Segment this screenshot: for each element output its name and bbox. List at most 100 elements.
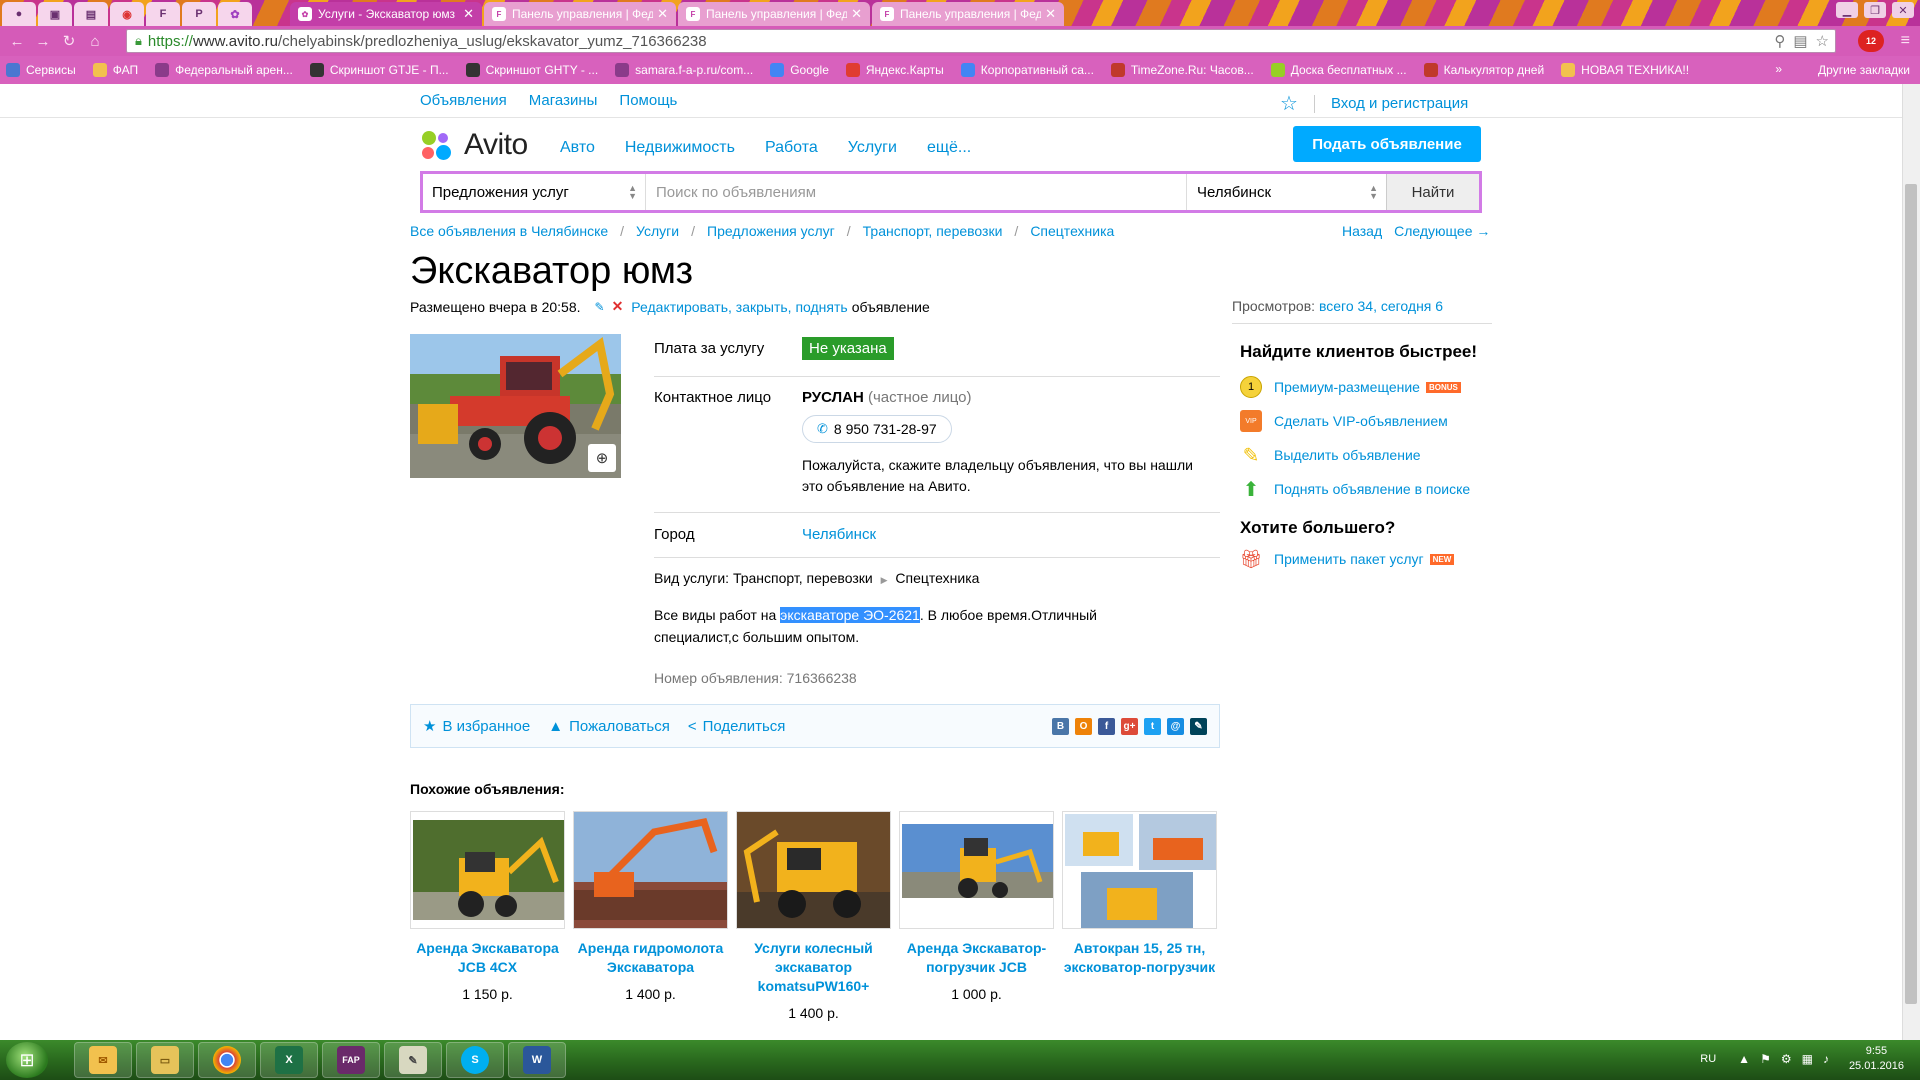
start-button[interactable]: ⊞ xyxy=(6,1042,48,1078)
taskbar-skype[interactable]: S xyxy=(446,1042,504,1078)
flag-icon[interactable]: ⚑ xyxy=(1760,1052,1771,1066)
similar-thumb[interactable] xyxy=(573,811,728,929)
network-icon[interactable]: ▦ xyxy=(1802,1052,1813,1066)
close-icon[interactable]: ✕ xyxy=(463,6,474,22)
minimize-icon[interactable]: ▁ xyxy=(1836,2,1858,18)
favorite-button[interactable]: ★ В избранное xyxy=(423,717,530,736)
ok-share-icon[interactable]: O xyxy=(1075,718,1092,735)
category-services[interactable]: Услуги xyxy=(848,139,897,157)
category-select[interactable]: Предложения услуг ▲ ▼ xyxy=(423,174,646,210)
delete-icon[interactable]: ✕ xyxy=(612,298,624,315)
reload-icon[interactable]: ↻ xyxy=(56,32,82,50)
tray-app-icon[interactable]: ⚙ xyxy=(1781,1052,1792,1066)
adblock-extension-icon[interactable]: 12 xyxy=(1858,30,1884,52)
breadcrumb-item[interactable]: Услуги xyxy=(636,223,679,239)
promo-vip[interactable]: VIP Сделать VIP-объявлением xyxy=(1240,409,1490,433)
search-input[interactable]: Поиск по объявлениям xyxy=(646,174,1187,210)
gplus-share-icon[interactable]: g+ xyxy=(1121,718,1138,735)
twitter-share-icon[interactable]: t xyxy=(1144,718,1161,735)
breadcrumb-item[interactable]: Предложения услуг xyxy=(707,223,835,239)
login-link[interactable]: Вход и регистрация xyxy=(1331,95,1468,112)
complain-button[interactable]: ▲ Пожаловаться xyxy=(548,718,670,735)
promo-raise[interactable]: ⬆ Поднять объявление в поиске xyxy=(1240,477,1490,501)
similar-title[interactable]: Аренда Экскаватор-погрузчик JCB xyxy=(899,939,1054,977)
topnav-help[interactable]: Помощь xyxy=(619,92,677,109)
breadcrumb-item[interactable]: Транспорт, перевозки xyxy=(863,223,1003,239)
url-input[interactable]: 🔒︎ https://www.avito.ru/chelyabinsk/pred… xyxy=(126,29,1836,53)
promo-premium[interactable]: 1 Премиум-размещение BONUS xyxy=(1240,375,1490,399)
similar-card[interactable]: Аренда гидромолота Экскаватора 1 400 р. xyxy=(573,811,728,1021)
close-window-icon[interactable]: ✕ xyxy=(1892,2,1914,18)
back-icon[interactable]: ← xyxy=(4,33,30,50)
scrollbar-thumb[interactable] xyxy=(1905,184,1917,1004)
scrollbar[interactable] xyxy=(1902,84,1920,1040)
bookmark-item[interactable]: Google xyxy=(770,63,829,77)
livejournal-share-icon[interactable]: ✎ xyxy=(1190,718,1207,735)
pinned-tab[interactable]: P xyxy=(182,2,216,26)
tab-panel-2[interactable]: F Панель управления | Фед ✕ xyxy=(678,2,870,26)
mail-share-icon[interactable]: @ xyxy=(1167,718,1184,735)
bookmark-item[interactable]: ФАП xyxy=(92,63,138,77)
taskbar-notes[interactable]: ✎ xyxy=(384,1042,442,1078)
breadcrumb-item[interactable]: Все объявления в Челябинске xyxy=(410,223,608,239)
bookmark-star-icon[interactable]: ☆ xyxy=(1816,32,1829,50)
taskbar-outlook[interactable]: ✉ xyxy=(74,1042,132,1078)
bookmark-item[interactable]: Скриншот GTJE - П... xyxy=(309,63,449,77)
promo-highlight[interactable]: ✎ Выделить объявление xyxy=(1240,443,1490,467)
taskbar-word[interactable]: W xyxy=(508,1042,566,1078)
topnav-ads[interactable]: Объявления xyxy=(420,92,507,109)
bookmark-item[interactable]: Калькулятор дней xyxy=(1423,63,1544,77)
forward-icon[interactable]: → xyxy=(30,33,56,50)
similar-card[interactable]: Аренда Экскаватора JCB 4CX 1 150 р. xyxy=(410,811,565,1021)
city-select[interactable]: Челябинск ▲ ▼ xyxy=(1187,174,1387,210)
pinned-tab[interactable]: ▤ xyxy=(74,2,108,26)
similar-thumb[interactable] xyxy=(1062,811,1217,929)
menu-icon[interactable]: ≡ xyxy=(1901,32,1910,50)
bookmark-item[interactable]: Скриншот GHTY - ... xyxy=(465,63,598,77)
close-icon[interactable]: ✕ xyxy=(657,6,668,22)
next-link[interactable]: Следующее → xyxy=(1394,223,1490,239)
zoom-icon[interactable]: ⚲ xyxy=(1774,32,1785,50)
pinned-tab[interactable]: ◉ xyxy=(110,2,144,26)
taskbar-fap[interactable]: FAP xyxy=(322,1042,380,1078)
close-icon[interactable]: ✕ xyxy=(1045,6,1056,22)
taskbar-excel[interactable]: X xyxy=(260,1042,318,1078)
other-bookmarks[interactable]: Другие закладки xyxy=(1818,63,1910,77)
similar-card[interactable]: Аренда Экскаватор-погрузчик JCB 1 000 р. xyxy=(899,811,1054,1021)
back-link[interactable]: Назад xyxy=(1342,223,1382,239)
similar-title[interactable]: Аренда гидромолота Экскаватора xyxy=(573,939,728,977)
zoom-in-icon[interactable]: ⊕ xyxy=(588,444,616,472)
category-jobs[interactable]: Работа xyxy=(765,139,818,157)
similar-title[interactable]: Автокран 15, 25 тн, эксковатор-погрузчик xyxy=(1062,939,1217,977)
tab-panel-3[interactable]: F Панель управления | Фед ✕ xyxy=(872,2,1064,26)
similar-title[interactable]: Услуги колесный экскаватор komatsuPW160+ xyxy=(736,939,891,996)
similar-title[interactable]: Аренда Экскаватора JCB 4CX xyxy=(410,939,565,977)
views-value[interactable]: всего 34, сегодня 6 xyxy=(1319,298,1443,314)
similar-thumb[interactable] xyxy=(899,811,1054,929)
bookmark-item[interactable]: Яндекс.Карты xyxy=(845,63,944,77)
category-realty[interactable]: Недвижимость xyxy=(625,139,735,157)
pinned-tab[interactable]: ▣ xyxy=(38,2,72,26)
breadcrumb-item[interactable]: Спецтехника xyxy=(1030,223,1114,239)
bookmark-item[interactable]: Корпоративный са... xyxy=(960,63,1094,77)
similar-thumb[interactable] xyxy=(410,811,565,929)
tab-avito[interactable]: ✿ Услуги - Экскаватор юмз ✕ xyxy=(290,2,482,26)
phone-button[interactable]: ✆ 8 950 731-28-97 xyxy=(802,415,952,443)
vk-share-icon[interactable]: B xyxy=(1052,718,1069,735)
language-indicator[interactable]: RU xyxy=(1700,1053,1716,1065)
search-button[interactable]: Найти xyxy=(1387,174,1479,210)
bookmark-item[interactable]: Сервисы xyxy=(6,63,76,77)
category-more[interactable]: ещё... xyxy=(927,139,971,157)
bookmark-item[interactable]: Федеральный арен... xyxy=(155,63,293,77)
ad-photo[interactable]: ⊕ xyxy=(410,334,621,478)
fb-share-icon[interactable]: f xyxy=(1098,718,1115,735)
category-auto[interactable]: Авто xyxy=(560,139,595,157)
favorites-star-icon[interactable]: ☆ xyxy=(1280,91,1298,116)
similar-card[interactable]: Автокран 15, 25 тн, эксковатор-погрузчик xyxy=(1062,811,1217,1021)
city-link[interactable]: Челябинск xyxy=(802,526,876,543)
pinned-tab[interactable]: F xyxy=(146,2,180,26)
tray-arrow-icon[interactable]: ▲ xyxy=(1738,1052,1750,1066)
translate-icon[interactable]: ▤ xyxy=(1793,32,1807,50)
avito-logo[interactable]: Avito xyxy=(422,128,528,162)
taskbar-explorer[interactable]: ▭ xyxy=(136,1042,194,1078)
